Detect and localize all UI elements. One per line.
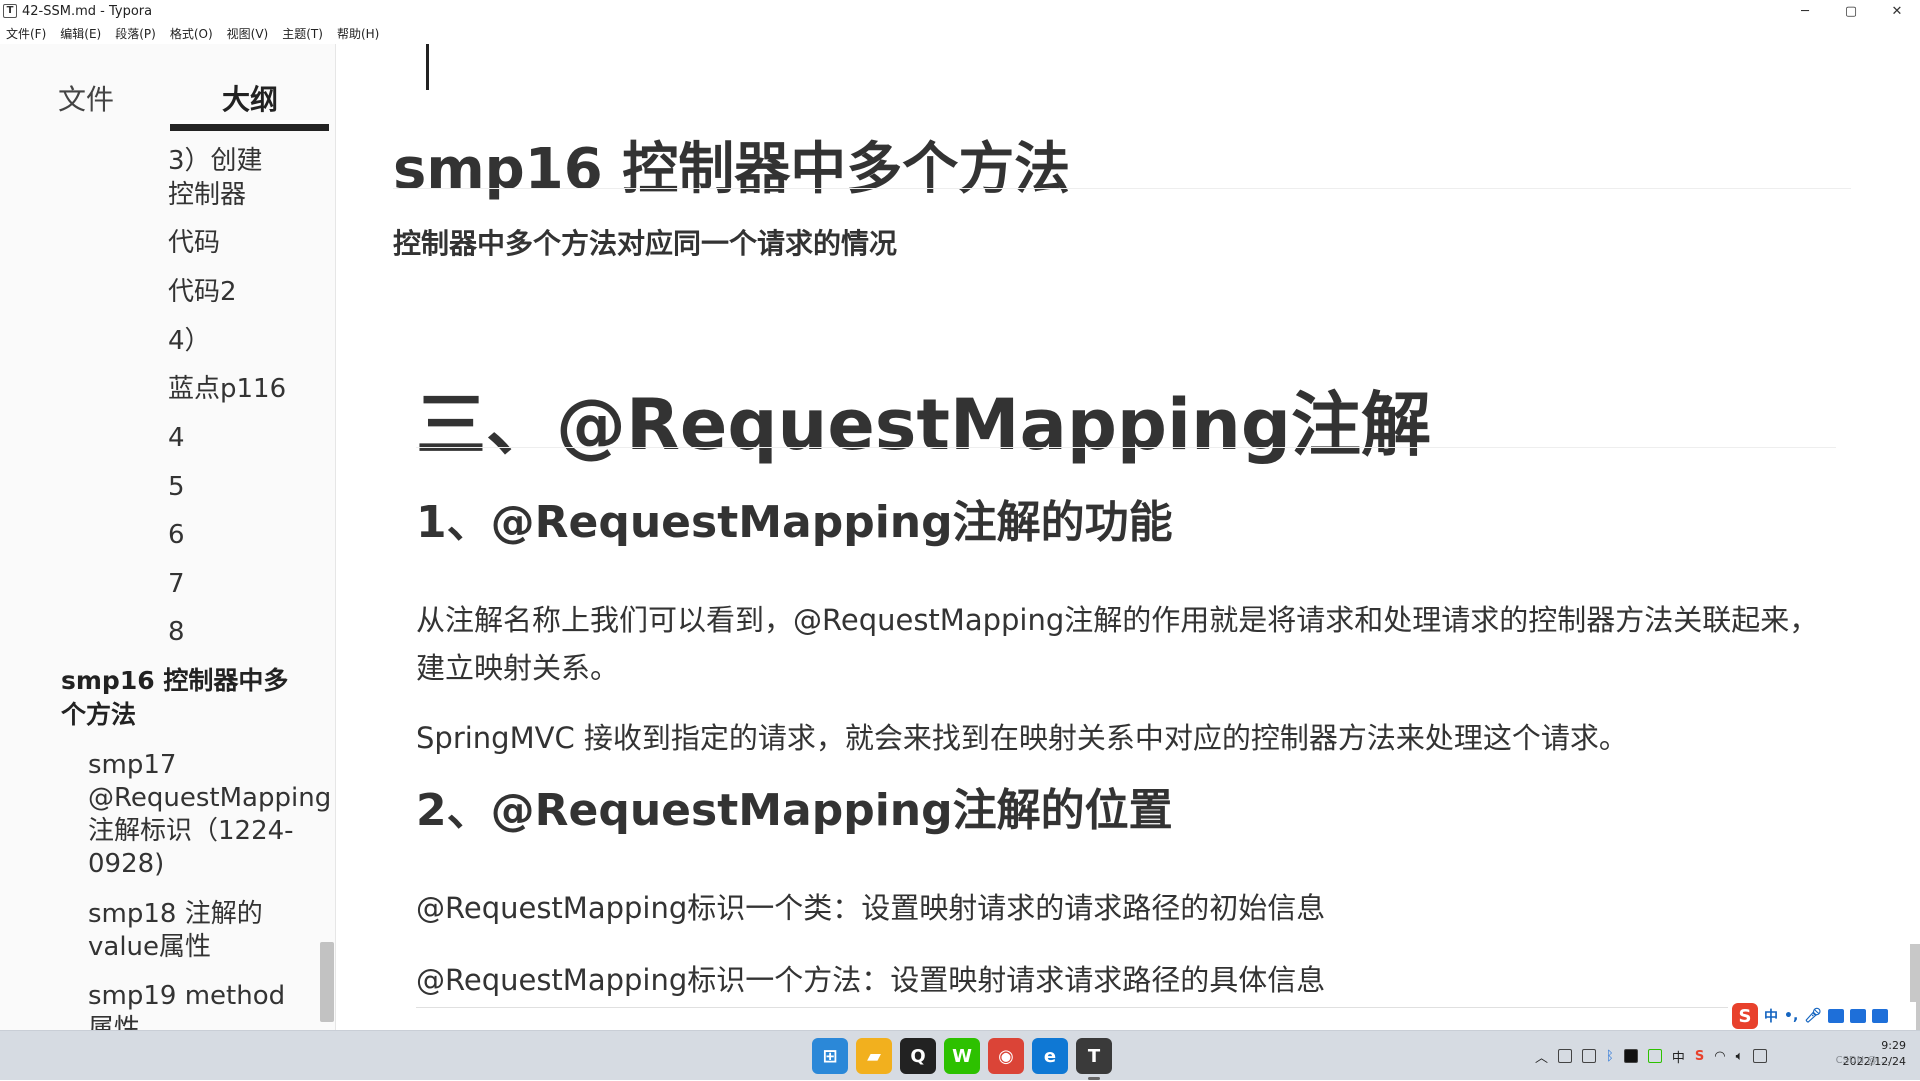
menu-bar: 文件(F) 编辑(E) 段落(P) 格式(O) 视图(V) 主题(T) 帮助(H… — [0, 22, 1920, 44]
tab-outline[interactable]: 大纲 — [222, 78, 278, 118]
bluetooth-icon[interactable]: ᛒ — [1606, 1049, 1614, 1064]
outline-item[interactable]: 代码 — [168, 226, 220, 260]
window-title: 42-SSM.md - Typora — [22, 3, 153, 19]
outline-item[interactable]: 蓝点p116 — [168, 372, 286, 406]
menu-view[interactable]: 视图(V) — [227, 25, 269, 42]
paragraph-springmvc[interactable]: SpringMVC 接收到指定的请求，就会来找到在映射关系中对应的控制器方法来处… — [416, 714, 1836, 762]
outline-item[interactable]: smp19 method — [88, 979, 285, 1013]
wifi-icon[interactable]: ◠ — [1714, 1049, 1725, 1064]
outline-item[interactable]: 0928) — [88, 847, 164, 881]
outline-item[interactable]: 4 — [168, 421, 185, 455]
heading-smp16[interactable]: smp16 控制器中多个方法 — [393, 124, 1070, 205]
qq-icon[interactable]: Q — [900, 1038, 936, 1074]
outline-item[interactable]: 7 — [168, 567, 185, 601]
bold-paragraph[interactable]: 控制器中多个方法对应同一个请求的情况 — [393, 222, 897, 262]
typora-icon[interactable]: T — [1076, 1038, 1112, 1080]
file-explorer-icon[interactable]: ▰ — [856, 1038, 892, 1074]
outline-item[interactable]: value属性 — [88, 930, 211, 964]
outline-item[interactable]: 8 — [168, 615, 185, 649]
nvidia-icon[interactable] — [1623, 1049, 1638, 1063]
close-button[interactable]: ✕ — [1874, 0, 1920, 22]
input-language[interactable]: 中 — [1672, 1047, 1685, 1066]
menu-paragraph[interactable]: 段落(P) — [115, 25, 156, 42]
active-tab-indicator — [170, 124, 329, 131]
outline-item[interactable]: 6 — [168, 518, 185, 552]
window-controls: ─ ▢ ✕ — [1782, 0, 1920, 22]
edge-icon[interactable]: e — [1032, 1038, 1068, 1074]
ime-toolbar: S 中 •, 🎤︎ — [1728, 1002, 1916, 1030]
paragraph-method-annotation[interactable]: @RequestMapping标识一个方法：设置映射请求请求路径的具体信息 — [416, 956, 1836, 1004]
heading-function[interactable]: 1、@RequestMapping注解的功能 — [416, 486, 1173, 550]
outline-item-active[interactable]: 个方法 — [61, 698, 136, 732]
menu-format[interactable]: 格式(O) — [170, 25, 213, 42]
tray-app-icon[interactable] — [1647, 1049, 1662, 1063]
clock-time: 9:29 — [1881, 1039, 1906, 1052]
outline-item[interactable]: 代码2 — [168, 275, 237, 309]
tab-files[interactable]: 文件 — [58, 78, 114, 118]
skin-icon[interactable] — [1850, 1009, 1867, 1023]
ime-mode[interactable]: 中 — [1764, 1006, 1778, 1026]
outline-item[interactable]: smp18 注解的 — [88, 897, 263, 931]
outline-item-active[interactable]: smp16 控制器中多 — [61, 664, 288, 698]
paragraph-class-annotation[interactable]: @RequestMapping标识一个类：设置映射请求的请求路径的初始信息 — [416, 884, 1836, 932]
typora-app-icon: T — [3, 4, 17, 18]
paragraph-function-line1[interactable]: 从注解名称上我们可以看到，@RequestMapping注解的作用就是将请求和处… — [416, 596, 1836, 644]
keyboard-icon[interactable] — [1828, 1009, 1845, 1023]
heading-position[interactable]: 2、@RequestMapping注解的位置 — [416, 774, 1173, 838]
sogou-tray-icon[interactable]: S — [1695, 1049, 1704, 1064]
minimize-button[interactable]: ─ — [1782, 0, 1828, 22]
chrome-icon[interactable]: ◉ — [988, 1038, 1024, 1074]
outline-item[interactable]: 注解标识（1224- — [88, 814, 294, 848]
paragraph-function-line2[interactable]: 建立映射关系。 — [416, 644, 1836, 692]
battery-icon[interactable] — [1753, 1049, 1768, 1063]
outline-item[interactable]: 4） — [168, 324, 211, 358]
start-icon[interactable]: ⊞ — [812, 1038, 848, 1074]
menu-file[interactable]: 文件(F) — [6, 25, 46, 42]
ime-punctuation[interactable]: •, — [1784, 1008, 1798, 1024]
outline-item[interactable]: 控制器 — [168, 178, 246, 212]
sidebar: 文件 大纲 3）创建 控制器 代码 代码2 4） 蓝点p116 4 5 6 7 … — [0, 44, 336, 1030]
chevron-up-icon[interactable]: ︿ — [1535, 1047, 1548, 1066]
menu-help[interactable]: 帮助(H) — [337, 25, 379, 42]
watermark: CSDN @ ... — [1835, 1055, 1890, 1066]
maximize-button[interactable]: ▢ — [1828, 0, 1874, 22]
sidebar-scrollbar[interactable] — [320, 942, 334, 1022]
text-cursor — [426, 44, 429, 90]
wechat-icon[interactable]: W — [944, 1038, 980, 1074]
outline-item[interactable]: 5 — [168, 470, 185, 504]
editor-pane[interactable]: smp16 控制器中多个方法 控制器中多个方法对应同一个请求的情况 三、@Req… — [336, 44, 1920, 1030]
toolbox-icon[interactable] — [1872, 1009, 1889, 1023]
outline-item[interactable]: 属性 — [88, 1012, 140, 1030]
outline-item[interactable]: @RequestMapping — [88, 781, 331, 815]
heading-divider — [393, 188, 1851, 189]
taskbar-apps: ⊞ ▰ Q W ◉ e T — [812, 1038, 1112, 1080]
system-tray: ︿ ᛒ 中 S ◠ 🔈︎ — [1535, 1031, 1768, 1081]
heading-divider — [416, 447, 1836, 448]
outline-item[interactable]: 3）创建 — [168, 144, 263, 178]
title-bar: T 42-SSM.md - Typora ─ ▢ ✕ — [0, 0, 1920, 22]
horizontal-rule — [416, 1007, 1836, 1008]
volume-icon[interactable]: 🔈︎ — [1736, 1049, 1744, 1064]
taskbar: ⊞ ▰ Q W ◉ e T ︿ ᛒ 中 S ◠ 🔈︎ 9:29 2022/12/… — [0, 1030, 1920, 1080]
tray-app-icon[interactable] — [1558, 1049, 1573, 1063]
menu-edit[interactable]: 编辑(E) — [60, 25, 101, 42]
tray-app-icon[interactable] — [1582, 1049, 1597, 1063]
menu-theme[interactable]: 主题(T) — [282, 25, 323, 42]
heading-requestmapping[interactable]: 三、@RequestMapping注解 — [416, 369, 1431, 470]
microphone-icon[interactable]: 🎤︎ — [1804, 1008, 1822, 1024]
typora-icon-letter: T — [1087, 1045, 1101, 1067]
outline-item[interactable]: smp17 — [88, 748, 176, 782]
sogou-ime-icon[interactable]: S — [1732, 1003, 1758, 1029]
